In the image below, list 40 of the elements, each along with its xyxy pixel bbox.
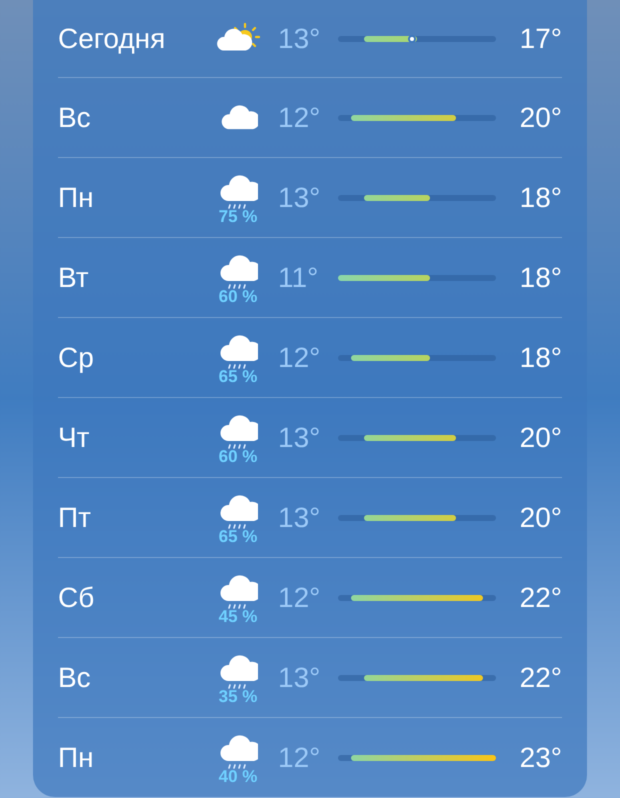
high-temperature: 18° <box>518 340 562 374</box>
temperature-range-bar <box>364 36 417 42</box>
high-temperature: 18° <box>518 180 562 214</box>
low-temperature: 12° <box>278 740 322 774</box>
high-temperature: 20° <box>518 100 562 134</box>
day-label: Вс <box>58 100 92 134</box>
low-temperature: 13° <box>278 500 322 534</box>
precipitation-chance: 60 % <box>218 288 258 304</box>
temperature-range-bar <box>364 194 430 200</box>
day-label: Пн <box>58 180 95 214</box>
day-label: Сб <box>58 580 96 614</box>
low-temperature: 13° <box>278 22 322 56</box>
high-temperature: 20° <box>518 420 562 454</box>
precipitation-chance: 45 % <box>218 608 258 624</box>
low-temperature: 13° <box>278 660 322 694</box>
high-temperature: 20° <box>518 500 562 534</box>
low-temperature: 13° <box>278 420 322 454</box>
day-label: Ср <box>58 340 95 375</box>
low-temperature: 12° <box>278 340 322 374</box>
day-label: Чт <box>58 420 90 454</box>
high-temperature: 17° <box>518 22 562 56</box>
high-temperature: 22° <box>518 660 562 694</box>
precipitation-chance: 60 % <box>218 448 258 464</box>
day-label: Пт <box>58 500 92 534</box>
low-temperature: 11° <box>278 260 320 294</box>
day-label: Вс <box>58 660 92 694</box>
day-label: Вт <box>58 260 90 294</box>
precipitation-chance: 65 % <box>218 368 258 384</box>
day-label: Пн <box>58 740 95 774</box>
low-temperature: 13° <box>278 180 322 214</box>
low-temperature: 12° <box>278 580 322 614</box>
high-temperature: 23° <box>518 740 562 774</box>
low-temperature: 12° <box>278 100 322 134</box>
day-label: Сегодня <box>58 22 166 56</box>
precipitation-chance: 65 % <box>218 528 258 544</box>
precipitation-chance: 75 % <box>218 208 258 224</box>
precipitation-chance: 35 % <box>218 688 258 704</box>
high-temperature: 18° <box>518 260 562 294</box>
high-temperature: 22° <box>518 580 562 614</box>
precipitation-chance: 40 % <box>218 768 258 784</box>
